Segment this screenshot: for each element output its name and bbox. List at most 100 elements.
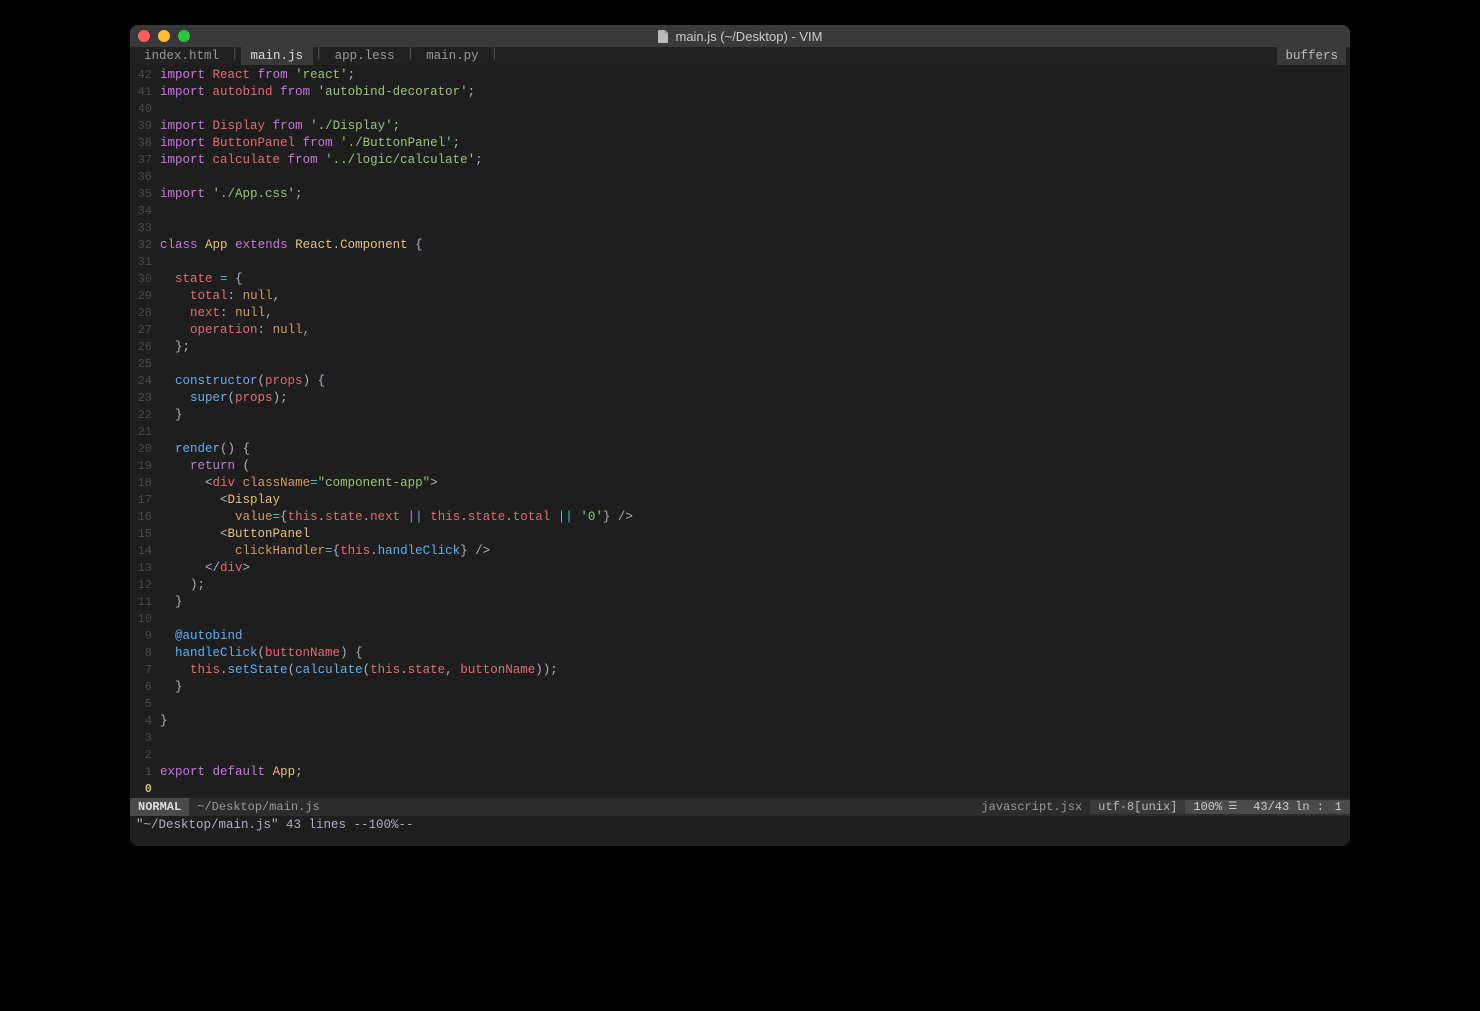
maximize-icon[interactable] — [178, 30, 190, 42]
gutter-line-number: 10 — [130, 611, 160, 628]
tab-main-py[interactable]: main.py — [416, 47, 489, 65]
code-line[interactable]: 32class App extends React.Component { — [130, 237, 1350, 254]
code-content[interactable]: constructor(props) { — [160, 373, 325, 390]
code-content[interactable]: } — [160, 594, 183, 611]
gutter-line-number: 26 — [130, 339, 160, 356]
code-content[interactable]: state = { — [160, 271, 243, 288]
code-content[interactable]: class App extends React.Component { — [160, 237, 423, 254]
code-content[interactable]: import Display from './Display'; — [160, 118, 400, 135]
buffers-label[interactable]: buffers — [1277, 47, 1346, 65]
code-line[interactable]: 38import ButtonPanel from './ButtonPanel… — [130, 135, 1350, 152]
status-position: 43/43 ln : 1 — [1245, 800, 1350, 814]
code-line[interactable]: 18 <div className="component-app"> — [130, 475, 1350, 492]
code-line[interactable]: 41import autobind from 'autobind-decorat… — [130, 84, 1350, 101]
code-content[interactable]: clickHandler={this.handleClick} /> — [160, 543, 490, 560]
code-line[interactable]: 4} — [130, 713, 1350, 730]
gutter-line-number: 20 — [130, 441, 160, 458]
gutter-line-number: 7 — [130, 662, 160, 679]
code-line[interactable]: 5 — [130, 696, 1350, 713]
code-line[interactable]: 10 — [130, 611, 1350, 628]
code-line[interactable]: 12 ); — [130, 577, 1350, 594]
code-content[interactable]: next: null, — [160, 305, 273, 322]
code-line[interactable]: 14 clickHandler={this.handleClick} /> — [130, 543, 1350, 560]
code-content[interactable]: } — [160, 407, 183, 424]
code-content[interactable]: }; — [160, 339, 190, 356]
code-line[interactable]: 26 }; — [130, 339, 1350, 356]
code-line[interactable]: 2 — [130, 747, 1350, 764]
titlebar[interactable]: main.js (~/Desktop) - VIM — [130, 25, 1350, 47]
code-content[interactable]: import calculate from '../logic/calculat… — [160, 152, 483, 169]
statusbar: NORMAL ~/Desktop/main.js javascript.jsx … — [130, 798, 1350, 816]
code-line[interactable]: 25 — [130, 356, 1350, 373]
code-content[interactable]: @autobind — [160, 628, 243, 645]
minimize-icon[interactable] — [158, 30, 170, 42]
code-content[interactable]: return ( — [160, 458, 250, 475]
code-line[interactable]: 31 — [130, 254, 1350, 271]
code-line[interactable]: 39import Display from './Display'; — [130, 118, 1350, 135]
code-content[interactable]: import autobind from 'autobind-decorator… — [160, 84, 475, 101]
code-content[interactable]: export default App; — [160, 764, 303, 781]
gutter-line-number: 9 — [130, 628, 160, 645]
code-content[interactable]: <Display — [160, 492, 280, 509]
code-line[interactable]: 27 operation: null, — [130, 322, 1350, 339]
status-file: ~/Desktop/main.js — [189, 798, 327, 816]
code-line[interactable]: 11 } — [130, 594, 1350, 611]
gutter-line-number: 19 — [130, 458, 160, 475]
code-content[interactable]: operation: null, — [160, 322, 310, 339]
status-mode: NORMAL — [130, 798, 189, 816]
gutter-line-number: 6 — [130, 679, 160, 696]
gutter-line-number: 14 — [130, 543, 160, 560]
code-content[interactable]: import './App.css'; — [160, 186, 303, 203]
tab-main-js[interactable]: main.js — [241, 47, 314, 65]
code-line[interactable]: 29 total: null, — [130, 288, 1350, 305]
gutter-line-number: 40 — [130, 101, 160, 118]
code-line[interactable]: 37import calculate from '../logic/calcul… — [130, 152, 1350, 169]
code-line[interactable]: 9 @autobind — [130, 628, 1350, 645]
code-line[interactable]: 19 return ( — [130, 458, 1350, 475]
code-content[interactable]: handleClick(buttonName) { — [160, 645, 363, 662]
gutter-line-number: 25 — [130, 356, 160, 373]
code-line[interactable]: 24 constructor(props) { — [130, 373, 1350, 390]
code-line[interactable]: 8 handleClick(buttonName) { — [130, 645, 1350, 662]
code-content[interactable]: } — [160, 713, 168, 730]
code-line[interactable]: 30 state = { — [130, 271, 1350, 288]
code-content[interactable]: <div className="component-app"> — [160, 475, 438, 492]
code-line[interactable]: 36 — [130, 169, 1350, 186]
tab-index-html[interactable]: index.html — [134, 47, 229, 65]
code-line[interactable]: 1export default App; — [130, 764, 1350, 781]
tab-app-less[interactable]: app.less — [325, 47, 405, 65]
code-content[interactable]: </div> — [160, 560, 250, 577]
code-line[interactable]: 17 <Display — [130, 492, 1350, 509]
code-content[interactable]: import React from 'react'; — [160, 67, 355, 84]
code-content[interactable]: value={this.state.next || this.state.tot… — [160, 509, 633, 526]
code-line[interactable]: 13 </div> — [130, 560, 1350, 577]
code-content[interactable]: render() { — [160, 441, 250, 458]
code-line[interactable]: 3 — [130, 730, 1350, 747]
code-content[interactable]: } — [160, 679, 183, 696]
code-line[interactable]: 6 } — [130, 679, 1350, 696]
code-line[interactable]: 34 — [130, 203, 1350, 220]
code-line[interactable]: 33 — [130, 220, 1350, 237]
code-content[interactable]: total: null, — [160, 288, 280, 305]
editor-area[interactable]: 42import React from 'react';41import aut… — [130, 65, 1350, 798]
code-line-cursor[interactable]: 0 — [130, 781, 1350, 798]
code-content[interactable]: ); — [160, 577, 205, 594]
code-content[interactable]: <ButtonPanel — [160, 526, 310, 543]
code-line[interactable]: 16 value={this.state.next || this.state.… — [130, 509, 1350, 526]
close-icon[interactable] — [138, 30, 150, 42]
code-line[interactable]: 35import './App.css'; — [130, 186, 1350, 203]
code-line[interactable]: 42import React from 'react'; — [130, 67, 1350, 84]
command-line[interactable]: "~/Desktop/main.js" 43 lines --100%-- — [130, 816, 1350, 846]
gutter-line-number: 37 — [130, 152, 160, 169]
code-content[interactable]: this.setState(calculate(this.state, butt… — [160, 662, 558, 679]
code-line[interactable]: 15 <ButtonPanel — [130, 526, 1350, 543]
code-line[interactable]: 20 render() { — [130, 441, 1350, 458]
code-content[interactable]: super(props); — [160, 390, 288, 407]
code-content[interactable]: import ButtonPanel from './ButtonPanel'; — [160, 135, 460, 152]
code-line[interactable]: 23 super(props); — [130, 390, 1350, 407]
code-line[interactable]: 21 — [130, 424, 1350, 441]
code-line[interactable]: 28 next: null, — [130, 305, 1350, 322]
code-line[interactable]: 7 this.setState(calculate(this.state, bu… — [130, 662, 1350, 679]
code-line[interactable]: 22 } — [130, 407, 1350, 424]
code-line[interactable]: 40 — [130, 101, 1350, 118]
